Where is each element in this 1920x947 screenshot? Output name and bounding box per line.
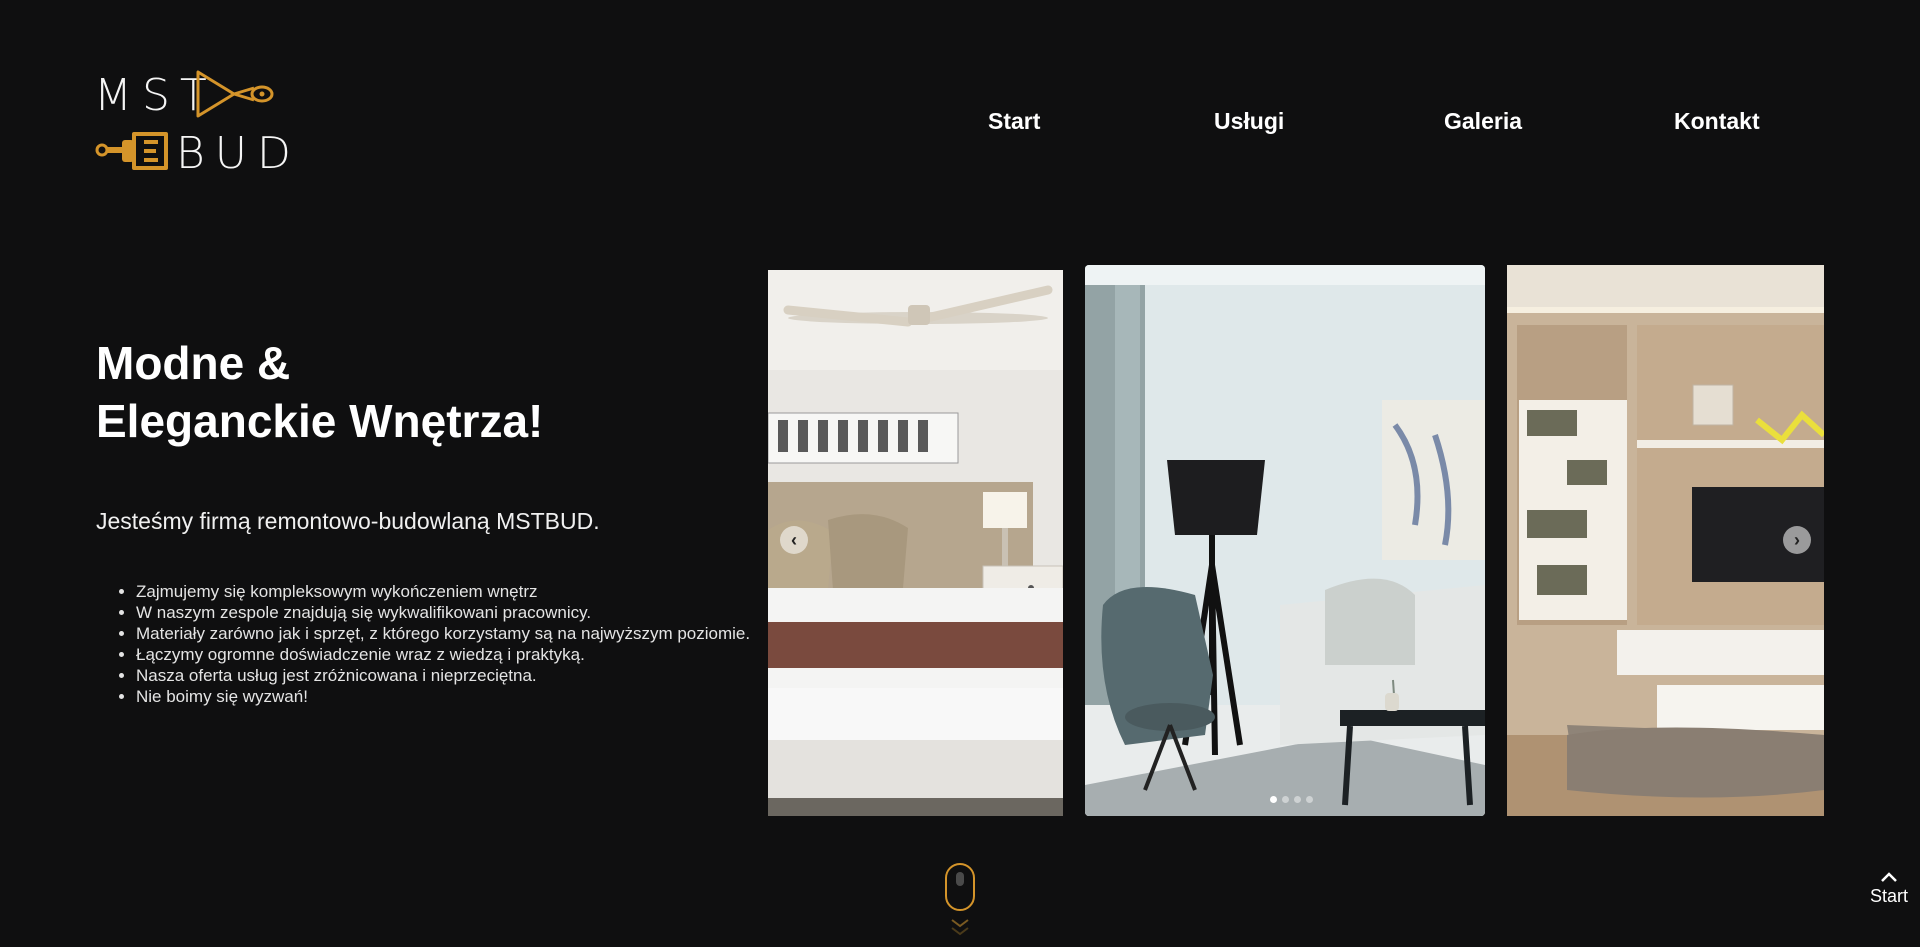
nav-kontakt[interactable]: Kontakt (1674, 108, 1760, 135)
feature-item: Nasza oferta usług jest zróżnicowana i n… (136, 665, 756, 686)
back-to-top-button[interactable]: Start (1868, 866, 1910, 907)
slide-living-room[interactable] (1085, 265, 1485, 816)
feature-list: Zajmujemy się kompleksowym wykończeniem … (96, 581, 756, 707)
carousel-dot[interactable] (1294, 796, 1301, 803)
feature-item: Zajmujemy się kompleksowym wykończeniem … (136, 581, 756, 602)
slide-bedroom[interactable] (768, 270, 1063, 816)
logo-text-bud: BUD (176, 128, 301, 179)
paint-brush-icon (95, 132, 168, 170)
slide-tv-wall[interactable] (1507, 265, 1824, 816)
carousel-next-button[interactable]: › (1783, 526, 1811, 554)
mouse-scroll-icon (945, 863, 975, 936)
tv-wall-photo (1507, 265, 1824, 816)
hero-title-line2: Eleganckie Wnętrza! (96, 395, 544, 447)
carousel-dot[interactable] (1282, 796, 1289, 803)
main-nav: Start Usługi Galeria Kontakt (988, 108, 1760, 140)
feature-item: Nie boimy się wyzwań! (136, 686, 756, 707)
nav-uslugi[interactable]: Usługi (1214, 108, 1284, 135)
living-room-photo (1085, 265, 1485, 816)
carousel-dot[interactable] (1270, 796, 1277, 803)
chevron-left-icon: ‹ (791, 530, 797, 550)
paint-roller-icon (196, 70, 274, 118)
nav-galeria[interactable]: Galeria (1444, 108, 1522, 135)
feature-item: W naszym zespole znajdują się wykwalifik… (136, 602, 756, 623)
scroll-down-indicator[interactable] (944, 862, 976, 942)
logo[interactable]: MST BUD (94, 66, 291, 176)
hero-subtitle: Jesteśmy firmą remontowo-budowlaną MSTBU… (96, 508, 600, 534)
bedroom-photo (768, 270, 1063, 816)
carousel-dot[interactable] (1306, 796, 1313, 803)
hero-title: Modne & Eleganckie Wnętrza! (96, 334, 543, 450)
hero-title-line1: Modne & (96, 337, 291, 389)
image-carousel: ‹ › (768, 262, 1824, 816)
carousel-prev-button[interactable]: ‹ (780, 526, 808, 554)
chevron-up-icon (1881, 872, 1897, 882)
feature-item: Materiały zarówno jak i sprzęt, z któreg… (136, 623, 756, 644)
feature-item: Łączymy ogromne doświadczenie wraz z wie… (136, 644, 756, 665)
chevron-right-icon: › (1794, 530, 1800, 550)
carousel-dots (1270, 796, 1313, 803)
nav-start[interactable]: Start (988, 108, 1040, 135)
back-to-top-label: Start (1869, 886, 1908, 906)
